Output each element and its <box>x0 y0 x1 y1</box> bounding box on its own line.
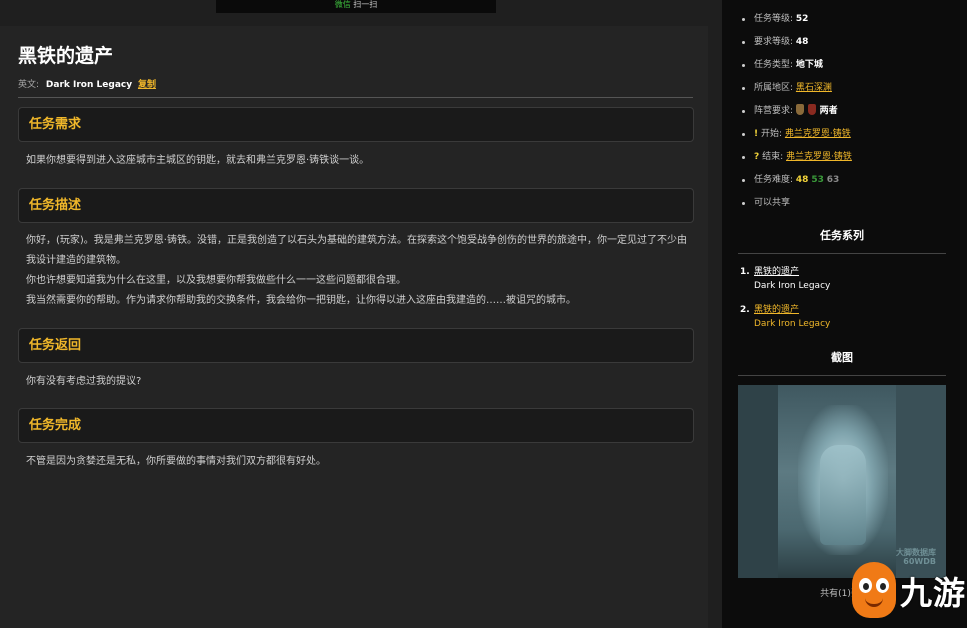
section-heading-completion: 任务完成 <box>18 408 694 443</box>
paragraph: 我当然需要你的帮助。作为请求你帮助我的交换条件，我会给你一把钥匙，让你得以进入这… <box>26 295 576 306</box>
info-value: 地下城 <box>795 60 823 70</box>
info-value: 52 <box>795 14 809 24</box>
series-heading: 任务系列 <box>820 229 864 242</box>
paragraph: 你有没有考虑过我的提议? <box>26 376 142 387</box>
section-text-requirements: 如果你想要得到进入这座城市主城区的钥匙，就去和弗兰克罗恩·铸铁谈一谈。 <box>26 151 694 171</box>
section-heading-requirements: 任务需求 <box>18 107 694 142</box>
paragraph: 你好，(玩家)。我是弗兰克罗恩·铸铁。没错，正是我创造了以石头为基础的建筑方法。… <box>26 235 687 266</box>
difficulty-green: 53 <box>811 175 824 185</box>
zone-link[interactable]: 黑石深渊 <box>796 83 832 93</box>
english-name: Dark Iron Legacy <box>45 80 133 90</box>
section-heading-description: 任务描述 <box>18 188 694 223</box>
info-shareable: 可以共享 <box>742 192 952 215</box>
series-number: 1. <box>740 267 750 277</box>
info-zone: 所属地区: 黑石深渊 <box>742 77 952 100</box>
quest-content: 黑铁的遗产 英文: Dark Iron Legacy 复制 任务需求 如果你想要… <box>0 26 708 628</box>
info-value: 两者 <box>819 106 838 116</box>
section-text-completion: 不管是因为贪婪还是无私，你所要做的事情对我们双方都很有好处。 <box>26 452 694 472</box>
series-english: Dark Iron Legacy <box>754 281 831 291</box>
mascot-eye <box>876 578 889 593</box>
title-divider <box>18 97 693 98</box>
alliance-icon <box>795 104 804 115</box>
screenshot-heading: 截图 <box>831 351 853 364</box>
screenshot-figure <box>820 445 866 545</box>
paragraph: 如果你想要得到进入这座城市主城区的钥匙，就去和弗兰克罗恩·铸铁谈一谈。 <box>26 155 370 166</box>
info-end-npc: ? 结束: 弗兰克罗恩·铸铁 <box>742 146 952 169</box>
series-item[interactable]: 2. 黑铁的遗产 Dark Iron Legacy <box>740 303 940 331</box>
paragraph: 你也许想要知道我为什么在这里，以及我想要你帮我做些什么一一这些问题都很合理。 <box>26 275 406 286</box>
difficulty-yellow: 48 <box>795 175 809 185</box>
jiuyou-logo: 九游 <box>850 560 967 624</box>
info-value: 可以共享 <box>754 198 791 208</box>
english-label: 英文: <box>18 80 40 90</box>
info-label: 任务类型: <box>754 60 794 70</box>
section-heading-progress: 任务返回 <box>18 328 694 363</box>
info-value: 48 <box>795 37 809 47</box>
end-npc-link[interactable]: 弗兰克罗恩·铸铁 <box>786 152 852 162</box>
info-faction: 阵营要求: 两者 <box>742 100 952 123</box>
series-link[interactable]: 黑铁的遗产 <box>754 303 940 317</box>
copy-link[interactable]: 复制 <box>138 80 156 90</box>
mascot-mouth <box>865 598 883 607</box>
horde-icon <box>807 104 816 115</box>
series-item[interactable]: 1. 黑铁的遗产 Dark Iron Legacy <box>740 265 940 293</box>
info-label: 要求等级: <box>754 37 794 47</box>
info-label: 任务难度: <box>754 175 794 185</box>
brand-text: 九游 <box>900 574 967 612</box>
info-quest-type: 任务类型: 地下城 <box>742 54 952 77</box>
screenshot-wall-left <box>738 385 778 578</box>
exclamation-icon: ! <box>754 129 759 139</box>
info-label: 开始: <box>760 129 783 139</box>
quest-screenshot[interactable]: 大脚数据库 60WDB <box>738 385 946 578</box>
screenshot-divider <box>738 375 946 376</box>
section-text-progress: 你有没有考虑过我的提议? <box>26 372 694 392</box>
difficulty-gray: 63 <box>826 175 840 185</box>
scan-label: 扫一扫 <box>353 0 378 9</box>
series-english: Dark Iron Legacy <box>754 319 831 329</box>
mascot-icon <box>852 562 896 618</box>
section-text-description: 你好，(玩家)。我是弗兰克罗恩·铸铁。没错，正是我创造了以石头为基础的建筑方法。… <box>26 231 694 311</box>
start-npc-link[interactable]: 弗兰克罗恩·铸铁 <box>785 129 851 139</box>
series-divider <box>738 253 946 254</box>
quest-info-list: 任务等级: 52 要求等级: 48 任务类型: 地下城 所属地区: 黑石深渊 阵… <box>742 8 952 215</box>
info-label: 任务等级: <box>754 14 794 24</box>
info-label: 结束: <box>762 152 784 162</box>
info-required-level: 要求等级: 48 <box>742 31 952 54</box>
info-quest-level: 任务等级: 52 <box>742 8 952 31</box>
info-label: 所属地区: <box>754 83 794 93</box>
english-name-row: 英文: Dark Iron Legacy 复制 <box>18 77 156 90</box>
paragraph: 不管是因为贪婪还是无私，你所要做的事情对我们双方都很有好处。 <box>26 456 326 467</box>
series-link[interactable]: 黑铁的遗产 <box>754 265 940 279</box>
info-difficulty: 任务难度: 48 53 63 <box>742 169 952 192</box>
series-number: 2. <box>740 305 750 315</box>
info-start-npc: ! 开始: 弗兰克罗恩·铸铁 <box>742 123 952 146</box>
wechat-label: 微信 <box>334 0 351 9</box>
mascot-eye <box>859 578 872 593</box>
info-label: 阵营要求: <box>754 106 794 116</box>
page-title: 黑铁的遗产 <box>18 45 114 67</box>
question-mark-icon: ? <box>754 152 760 162</box>
qr-banner: 微信 扫一扫 <box>216 0 496 13</box>
watermark-line: 大脚数据库 <box>896 548 936 557</box>
